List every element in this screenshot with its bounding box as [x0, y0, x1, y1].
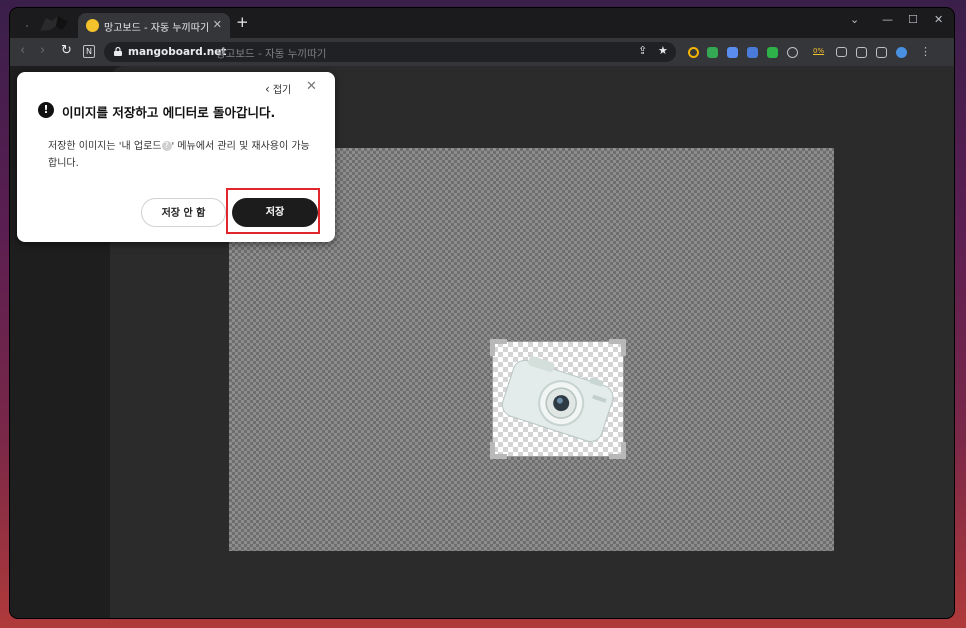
screenshot-icon[interactable] — [856, 47, 867, 58]
photo-extension-icon[interactable] — [727, 47, 738, 58]
chevron-left-icon: ‹ — [265, 82, 270, 96]
browser-toolbar: ‹ › ↻ N mangoboard.net 망고보드 - 자동 누끼따기 ⇪ … — [10, 38, 954, 66]
tab-close-icon[interactable]: ✕ — [213, 18, 222, 31]
translate-extension-icon[interactable] — [747, 47, 758, 58]
forward-button[interactable]: › — [40, 44, 45, 58]
warning-icon: ! — [38, 102, 54, 118]
lock-icon — [114, 47, 122, 56]
tab-title: 망고보드 - 자동 누끼따기 — [104, 23, 210, 34]
help-icon[interactable]: ? — [161, 141, 172, 151]
collapse-label: 접기 — [272, 85, 292, 96]
dialog-message: 저장한 이미지는 '내 업로드? ' 메뉴에서 관리 및 재사용이 가능합니다. — [48, 138, 318, 172]
bird-logo-icon — [22, 12, 78, 34]
tab-strip: 망고보드 - 자동 누끼따기 ✕ + ⌄ — ☐ ✕ — [10, 8, 954, 38]
check-extension-icon[interactable] — [688, 47, 699, 58]
percent-extension-icon[interactable]: 0% — [813, 47, 824, 55]
message-part-1: 저장한 이미지는 '내 업로드 — [48, 141, 162, 152]
maximize-button[interactable]: ☐ — [908, 13, 918, 26]
profile-avatar-icon[interactable] — [896, 47, 907, 58]
camera-image — [501, 356, 614, 442]
download-extension-icon[interactable] — [767, 47, 778, 58]
side-panel-icon[interactable] — [876, 47, 887, 58]
puzzle-extension-icon[interactable] — [787, 47, 798, 58]
save-button-highlight — [226, 188, 320, 234]
address-bar[interactable]: mangoboard.net 망고보드 - 자동 누끼따기 ⇪ ★ — [104, 42, 676, 62]
new-tab-button[interactable]: + — [236, 15, 249, 30]
back-button[interactable]: ‹ — [20, 44, 25, 58]
mango-favicon-icon — [86, 19, 99, 32]
tab-mangoboard[interactable]: 망고보드 - 자동 누끼따기 ✕ — [78, 13, 230, 38]
bookmark-star-icon[interactable]: ★ — [658, 44, 668, 57]
url-page-title: 망고보드 - 자동 누끼따기 — [216, 48, 327, 60]
collapse-button[interactable]: ‹ 접기 — [265, 81, 291, 96]
cutout-image-frame[interactable] — [490, 339, 626, 459]
tab-search-icon[interactable]: ⌄ — [850, 13, 859, 26]
url-domain: mangoboard.net — [128, 46, 227, 58]
dont-save-button[interactable]: 저장 안 함 — [141, 198, 226, 227]
dialog-title: 이미지를 저장하고 에디터로 돌아갑니다. — [62, 105, 276, 120]
reload-button[interactable]: ↻ — [61, 44, 72, 58]
menu-kebab-icon[interactable]: ⋮ — [920, 45, 931, 58]
n-extension-icon[interactable]: N — [83, 45, 95, 58]
cast-icon[interactable] — [836, 47, 847, 57]
share-icon[interactable]: ⇪ — [638, 44, 647, 57]
close-icon[interactable]: ✕ — [306, 79, 317, 94]
close-window-button[interactable]: ✕ — [934, 13, 943, 26]
shield-extension-icon[interactable] — [707, 47, 718, 58]
minimize-button[interactable]: — — [882, 13, 893, 26]
